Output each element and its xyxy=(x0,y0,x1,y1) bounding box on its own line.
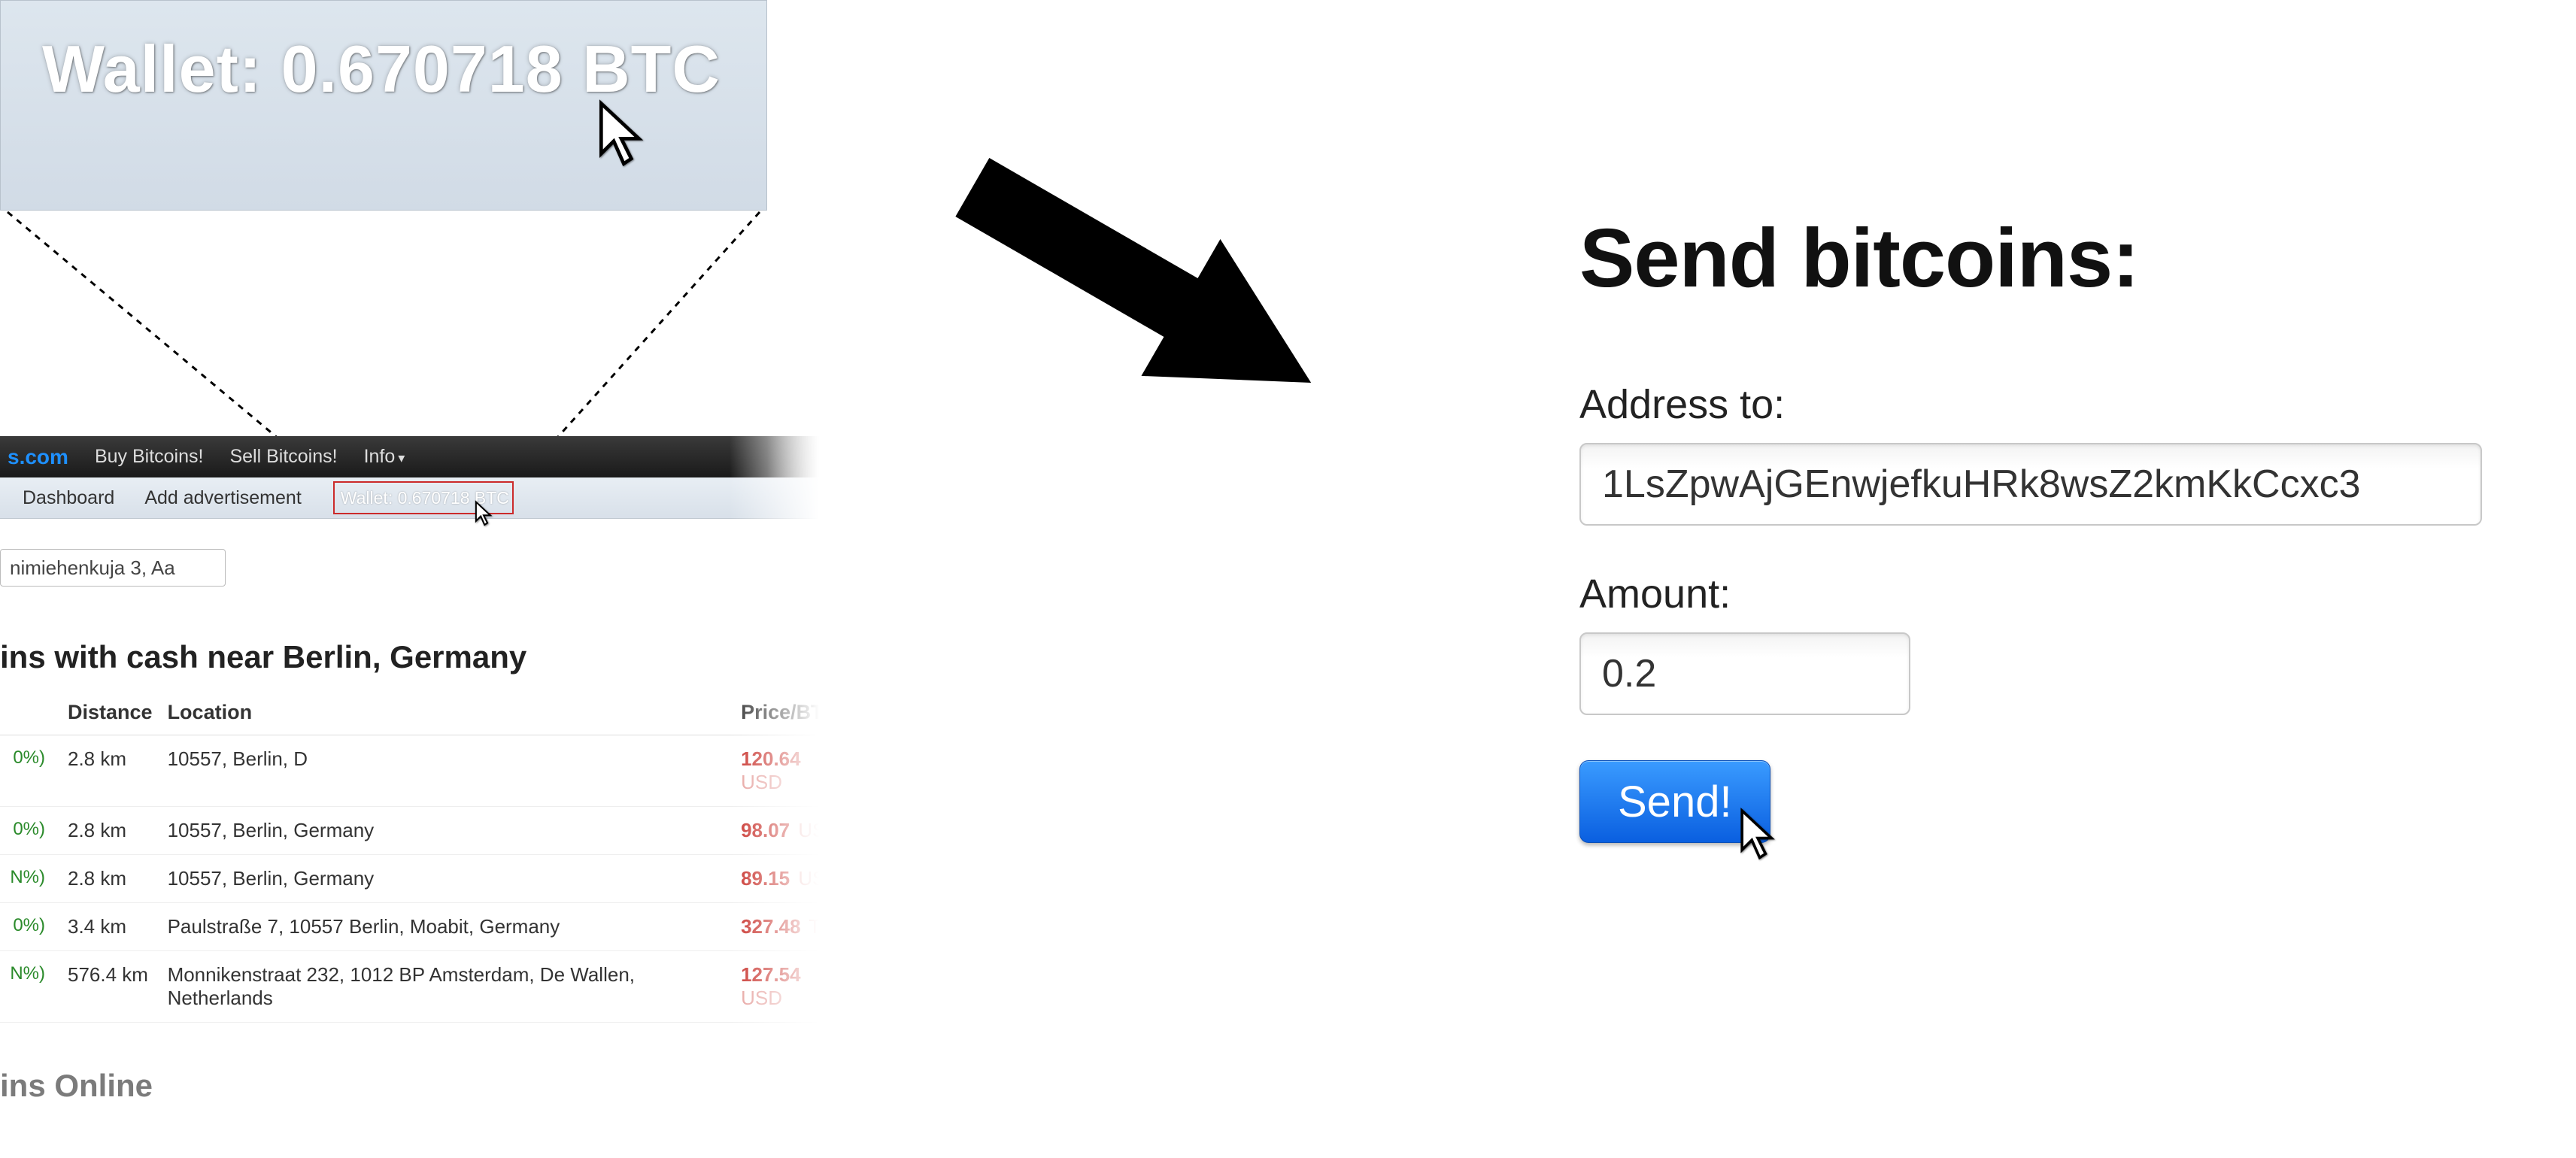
row-price: 327.48 TMT xyxy=(733,903,857,951)
wallet-balance-text: Wallet: 0.670718 BTC xyxy=(42,31,721,108)
address-label: Address to: xyxy=(1579,381,2512,428)
row-price: 89.15 USD xyxy=(733,855,857,903)
row-price: 127.54 USD xyxy=(733,951,857,1023)
row-price: 120.64 USD xyxy=(733,735,857,807)
table-row[interactable]: 0%)2.8 km10557, Berlin, Germany98.07 USD xyxy=(0,807,857,855)
sub-navbar: Dashboard Add advertisement Wallet: 0.67… xyxy=(0,477,857,519)
send-bitcoins-form: Send bitcoins: Address to: 1LsZpwAjGEnwj… xyxy=(1579,211,2512,843)
online-listings-heading: ins Online xyxy=(0,1068,857,1104)
row-pct: N%) xyxy=(0,951,60,1023)
row-location: 10557, Berlin, D xyxy=(160,735,734,807)
cursor-icon xyxy=(595,99,648,174)
row-price: 98.07 USD xyxy=(733,807,857,855)
row-location: 10557, Berlin, Germany xyxy=(160,855,734,903)
nav-buy-bitcoins[interactable]: Buy Bitcoins! xyxy=(95,446,204,468)
row-pct: 0%) xyxy=(0,807,60,855)
site-screenshot: s.com Buy Bitcoins! Sell Bitcoins! Info▾… xyxy=(0,436,857,1104)
row-location: Monnikenstraat 232, 1012 BP Amsterdam, D… xyxy=(160,951,734,1023)
cursor-icon xyxy=(474,500,493,529)
form-title: Send bitcoins: xyxy=(1579,211,2512,306)
location-search-input[interactable]: nimiehenkuja 3, Aa xyxy=(0,549,226,587)
table-row[interactable]: N%)576.4 kmMonnikenstraat 232, 1012 BP A… xyxy=(0,951,857,1023)
table-row[interactable]: 0%)3.4 kmPaulstraße 7, 10557 Berlin, Moa… xyxy=(0,903,857,951)
row-distance: 2.8 km xyxy=(60,735,160,807)
listings-heading: ins with cash near Berlin, Germany xyxy=(0,639,857,675)
nav-sell-bitcoins[interactable]: Sell Bitcoins! xyxy=(229,446,337,468)
subnav-add-advertisement[interactable]: Add advertisement xyxy=(144,487,301,509)
row-distance: 576.4 km xyxy=(60,951,160,1023)
row-pct: N%) xyxy=(0,855,60,903)
subnav-dashboard[interactable]: Dashboard xyxy=(23,487,114,509)
row-distance: 2.8 km xyxy=(60,807,160,855)
top-navbar: s.com Buy Bitcoins! Sell Bitcoins! Info▾ xyxy=(0,436,857,477)
row-location: 10557, Berlin, Germany xyxy=(160,807,734,855)
col-location: Location xyxy=(160,690,734,735)
arrow-icon xyxy=(895,128,1422,459)
col-price: Price/BTC xyxy=(733,690,857,735)
row-pct: 0%) xyxy=(0,735,60,807)
amount-label: Amount: xyxy=(1579,571,2512,617)
table-row[interactable]: N%)2.8 km10557, Berlin, Germany89.15 USD xyxy=(0,855,857,903)
wallet-balance-zoom: Wallet: 0.670718 BTC xyxy=(0,0,767,211)
listings-table: Distance Location Price/BTC 0%)2.8 km105… xyxy=(0,690,857,1023)
site-brand-partial: s.com xyxy=(8,445,68,469)
col-distance: Distance xyxy=(60,690,160,735)
row-location: Paulstraße 7, 10557 Berlin, Moabit, Germ… xyxy=(160,903,734,951)
row-distance: 2.8 km xyxy=(60,855,160,903)
amount-input[interactable]: 0.2 xyxy=(1579,632,1910,715)
nav-info[interactable]: Info▾ xyxy=(364,446,405,468)
row-pct: 0%) xyxy=(0,903,60,951)
table-row[interactable]: 0%)2.8 km10557, Berlin, D120.64 USD xyxy=(0,735,857,807)
row-distance: 3.4 km xyxy=(60,903,160,951)
address-input[interactable]: 1LsZpwAjGEnwjefkuHRk8wsZ2kmKkCcxc3 xyxy=(1579,443,2482,526)
cursor-icon xyxy=(1737,807,1778,865)
